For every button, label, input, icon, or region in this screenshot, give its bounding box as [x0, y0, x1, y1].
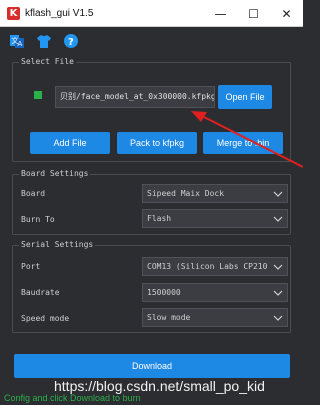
- port-select-value: COM13 (Silicon Labs CP210: [147, 262, 268, 271]
- add-file-button[interactable]: Add File: [30, 132, 110, 154]
- watermark-text: https://blog.csdn.net/small_po_kid: [54, 378, 265, 394]
- serial-settings-group: Serial Settings Port COM13 (Silicon Labs…: [12, 240, 291, 333]
- port-select[interactable]: COM13 (Silicon Labs CP210: [142, 257, 288, 276]
- merge-bin-button[interactable]: Merge to .bin: [203, 132, 283, 154]
- port-label: Port: [21, 262, 41, 271]
- board-settings-group: Board Settings Board Sipeed Maix Dock Bu…: [12, 169, 291, 235]
- chevron-down-icon: [273, 315, 283, 321]
- app-icon: K: [7, 6, 20, 20]
- speed-mode-label: Speed mode: [21, 314, 70, 323]
- window-title: kflash_gui V1.5: [25, 7, 94, 19]
- file-path-field[interactable]: 贝别/face_model_at_0x300000.kfpkg: [55, 86, 215, 108]
- download-button[interactable]: Download: [14, 354, 290, 378]
- burn-to-select[interactable]: Flash: [142, 209, 288, 228]
- board-select-value: Sipeed Maix Dock: [147, 189, 225, 198]
- status-text: Config and click Download to burn: [4, 393, 141, 403]
- help-icon[interactable]: ?: [62, 32, 80, 50]
- shirt-icon[interactable]: [35, 32, 53, 50]
- title-bar: K kflash_gui V1.5 — ☐ ✕: [0, 0, 303, 27]
- toolbar: 文 A ?: [8, 31, 89, 51]
- svg-text:A: A: [18, 40, 23, 48]
- baudrate-select-value: 1500000: [147, 288, 181, 297]
- speed-mode-select[interactable]: Slow mode: [142, 308, 288, 327]
- select-file-group: Select File 贝别/face_model_at_0x300000.kf…: [12, 57, 291, 162]
- minimize-button[interactable]: —: [204, 0, 237, 27]
- svg-text:?: ?: [68, 37, 74, 48]
- select-file-title: Select File: [19, 57, 76, 66]
- board-select[interactable]: Sipeed Maix Dock: [142, 184, 288, 203]
- board-settings-title: Board Settings: [19, 169, 91, 178]
- maximize-button[interactable]: ☐: [237, 0, 270, 27]
- burn-to-label: Burn To: [21, 215, 55, 224]
- serial-settings-title: Serial Settings: [19, 240, 96, 249]
- chevron-down-icon: [273, 290, 283, 296]
- chevron-down-icon: [273, 191, 283, 197]
- language-icon[interactable]: 文 A: [8, 32, 26, 50]
- burn-to-select-value: Flash: [147, 214, 172, 223]
- baudrate-select[interactable]: 1500000: [142, 283, 288, 302]
- pack-kfpkg-button[interactable]: Pack to kfpkg: [117, 132, 197, 154]
- close-button[interactable]: ✕: [270, 0, 303, 27]
- status-bar: Config and click Download to burn: [0, 393, 303, 405]
- file-status-led: [34, 91, 42, 99]
- baudrate-label: Baudrate: [21, 288, 60, 297]
- chevron-down-icon: [273, 264, 283, 270]
- board-label: Board: [21, 189, 46, 198]
- speed-mode-select-value: Slow mode: [147, 313, 191, 322]
- chevron-down-icon: [273, 216, 283, 222]
- open-file-button[interactable]: Open File: [218, 85, 272, 109]
- window-controls: — ☐ ✕: [204, 0, 303, 27]
